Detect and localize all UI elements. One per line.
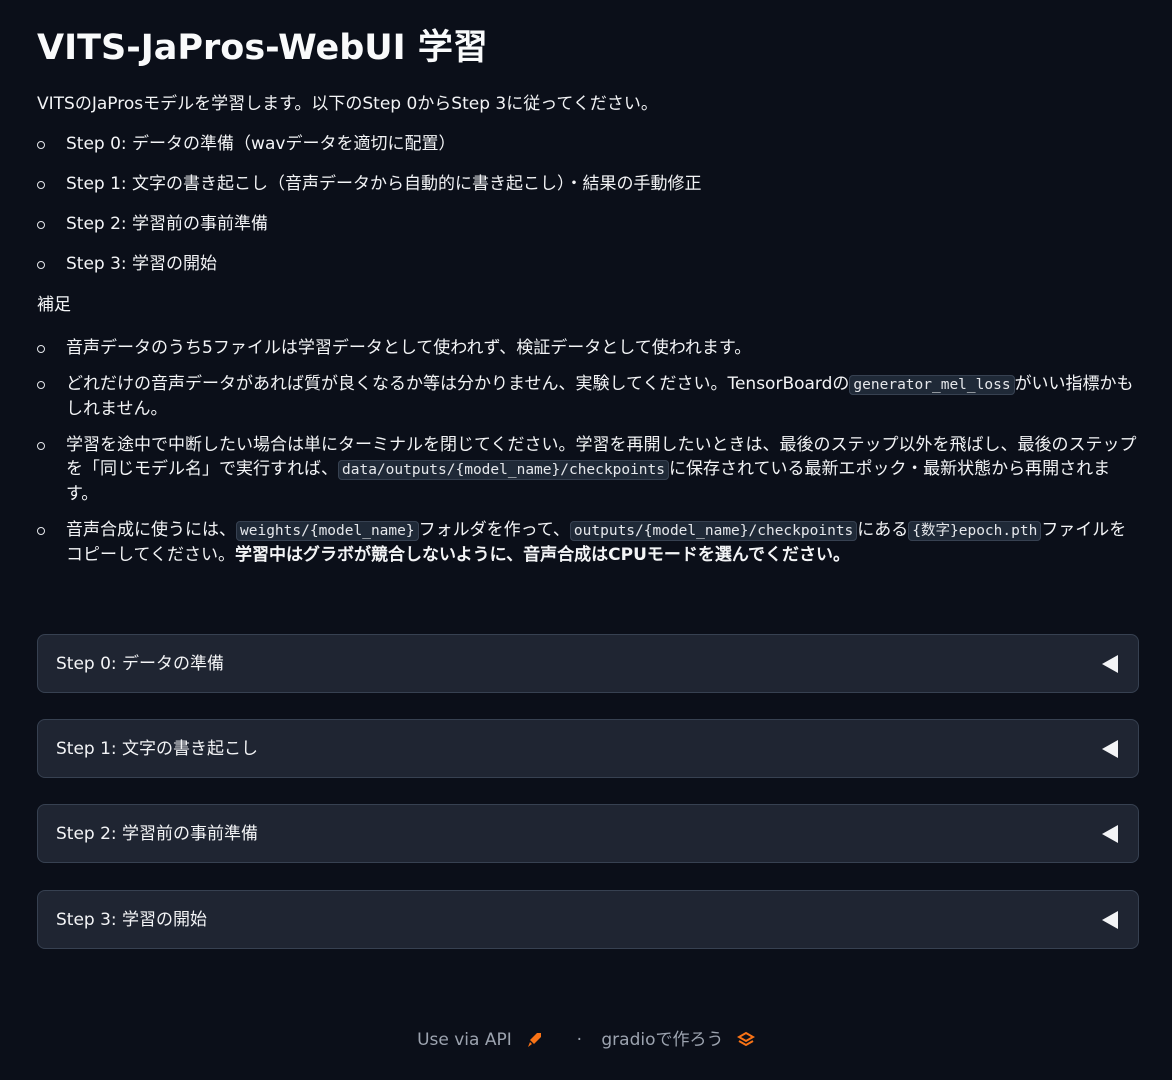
accordion-label: Step 2: 学習前の事前準備 [56, 824, 259, 844]
triangle-left-icon[interactable] [1102, 740, 1118, 758]
triangle-left-icon[interactable] [1102, 655, 1118, 673]
accordion-step-1[interactable]: Step 1: 文字の書き起こし [37, 719, 1139, 778]
bullet-icon [37, 261, 45, 269]
accordion-label: Step 0: データの準備 [56, 654, 225, 674]
gradio-logo-icon[interactable] [736, 1031, 755, 1049]
supplement-title: 補足 [37, 295, 71, 315]
accordion-step-3[interactable]: Step 3: 学習の開始 [37, 890, 1139, 949]
footer: Use via API · gradioで作ろう [0, 1028, 1172, 1052]
list-item: 学習を途中で中断したい場合は単にターミナルを閉じてください。学習を再開したいとき… [37, 433, 1140, 506]
list-item: Step 3: 学習の開始 [37, 252, 702, 292]
list-item: 音声データのうち5ファイルは学習データとして使われず、検証データとして使われます… [37, 336, 1140, 360]
list-item: どれだけの音声データがあれば質が良くなるか等は分かりません、実験してください。T… [37, 372, 1140, 421]
bold-warning: 学習中はグラボが競合しないように、音声合成はCPUモードを選んでください。 [234, 545, 851, 565]
intro-text: VITSのJaProsモデルを学習します。以下のStep 0からStep 3に従… [37, 94, 658, 114]
list-item: Step 0: データの準備（wavデータを適切に配置） [37, 132, 702, 172]
bullet-icon [37, 381, 45, 389]
list-item: Step 1: 文字の書き起こし（音声データから自動的に書き起こし）・結果の手動… [37, 172, 702, 212]
triangle-left-icon[interactable] [1102, 825, 1118, 843]
gradio-link[interactable]: gradioで作ろう [601, 1028, 723, 1052]
bullet-icon [37, 527, 45, 535]
use-via-api-link[interactable]: Use via API [417, 1028, 512, 1052]
inline-code: generator_mel_loss [849, 375, 1015, 395]
page: VITS-JaPros-WebUI 学習 VITSのJaProsモデルを学習しま… [0, 0, 1172, 1080]
page-title: VITS-JaPros-WebUI 学習 [37, 28, 488, 68]
bullet-icon [37, 221, 45, 229]
accordion-step-2[interactable]: Step 2: 学習前の事前準備 [37, 804, 1139, 863]
notes-list: 音声データのうち5ファイルは学習データとして使われず、検証データとして使われます… [37, 336, 1140, 579]
accordion-step-0[interactable]: Step 0: データの準備 [37, 634, 1139, 693]
bullet-icon [37, 181, 45, 189]
bullet-icon [37, 345, 45, 353]
inline-code: data/outputs/{model_name}/checkpoints [338, 460, 670, 480]
list-item: Step 2: 学習前の事前準備 [37, 212, 702, 252]
accordion-label: Step 3: 学習の開始 [56, 910, 208, 930]
footer-separator: · [576, 1030, 582, 1050]
inline-code: outputs/{model_name}/checkpoints [569, 521, 858, 541]
list-item: 音声合成に使うには、 weights/{model_name} フォルダを作って、 o… [37, 518, 1140, 567]
inline-code: weights/{model_name} [236, 521, 419, 541]
bullet-icon [37, 141, 45, 149]
triangle-left-icon[interactable] [1102, 911, 1118, 929]
step-list: Step 0: データの準備（wavデータを適切に配置） Step 1: 文字の… [37, 132, 702, 292]
rocket-icon[interactable] [525, 1031, 543, 1049]
accordion-label: Step 1: 文字の書き起こし [56, 739, 259, 759]
inline-code: {数字}epoch.pth [908, 521, 1042, 541]
bullet-icon [37, 442, 45, 450]
